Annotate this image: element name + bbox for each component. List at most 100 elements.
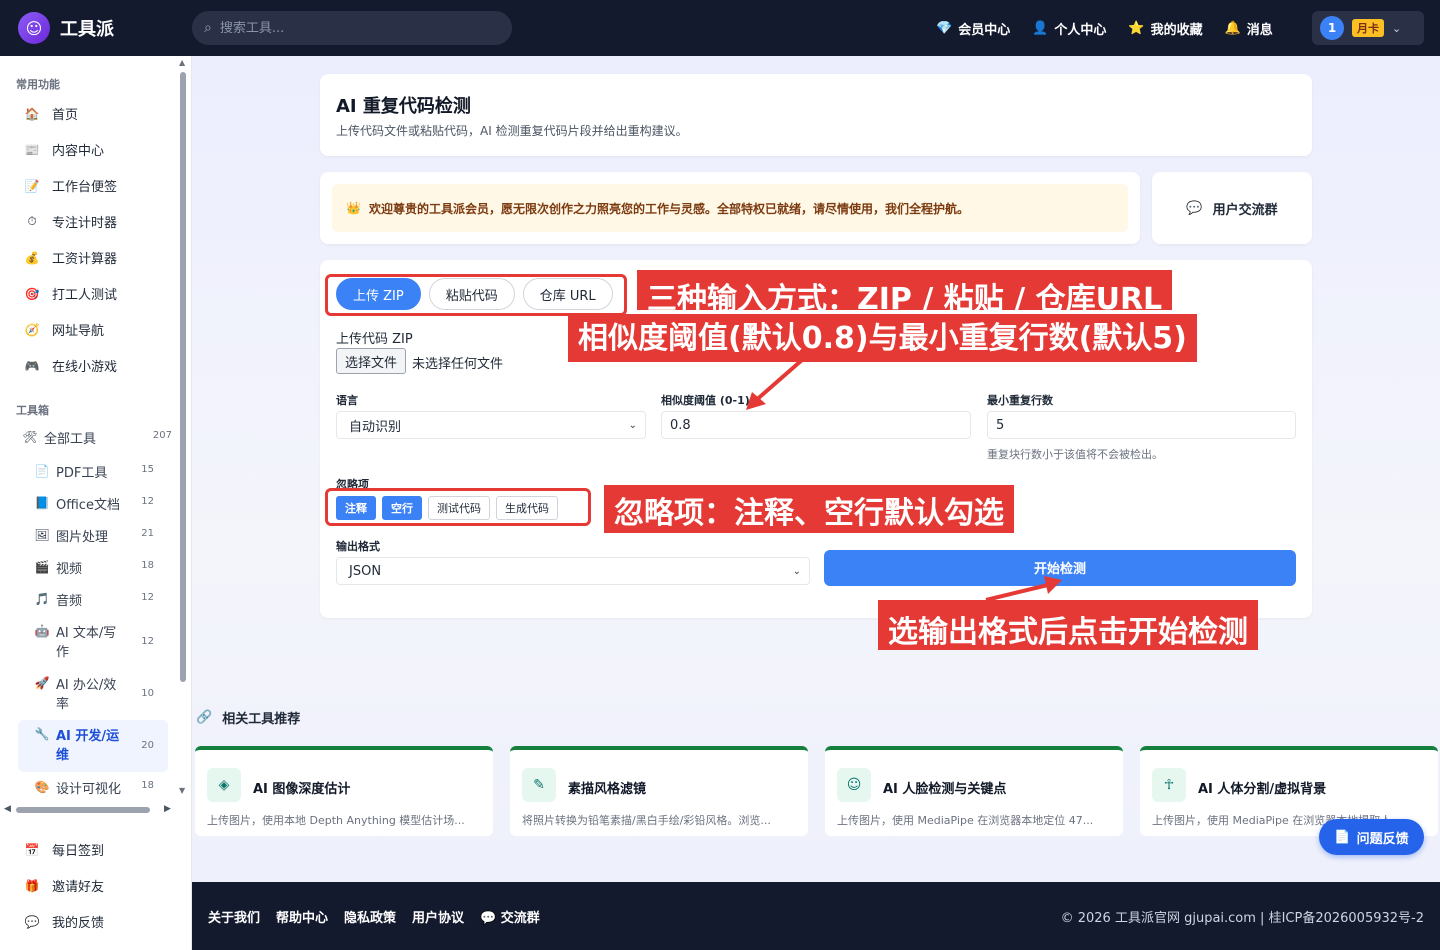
- annotation-box-input-modes: [325, 274, 627, 316]
- sidebar-item-design[interactable]: 🎨 设计可视化 18: [34, 780, 154, 796]
- choose-file-button[interactable]: 选择文件: [336, 348, 407, 374]
- footer-link-terms[interactable]: 用户协议: [412, 907, 464, 926]
- compass-icon: 🧭: [24, 322, 40, 337]
- related-tool-card[interactable]: ✎ 素描风格滤镜 将照片转换为铅笔素描/黑白手绘/彩铅风格。浏览...: [510, 746, 808, 836]
- gift-icon: 🎁: [24, 878, 40, 893]
- sidebar-item-invite[interactable]: 🎁 邀请好友: [24, 876, 105, 896]
- scroll-left-arrow-icon[interactable]: ◀: [4, 804, 11, 814]
- user-group-card[interactable]: 💬 用户交流群: [1152, 172, 1312, 244]
- sidebar-item-ai-writing[interactable]: 🤖 AI 文本/写作 12: [34, 624, 154, 662]
- newspaper-icon: 📰: [24, 142, 40, 157]
- link-icon: 🔗: [196, 710, 213, 725]
- annotation-box-ignore: [325, 488, 591, 526]
- search-icon: ⌕: [204, 20, 212, 36]
- sidebar-item-games[interactable]: 🎮 在线小游戏: [24, 356, 118, 376]
- scrollbar-thumb[interactable]: [180, 72, 186, 682]
- image-icon: 🖼: [34, 528, 50, 542]
- sidebar-item-ai-office[interactable]: 🚀 AI 办公/效率 10: [34, 676, 154, 714]
- user-level-badge: 1: [1320, 16, 1344, 40]
- speech-bubble-icon: 💬: [480, 910, 501, 926]
- related-tool-name: AI 人体分割/虚拟背景: [1198, 782, 1327, 797]
- sidebar-item-salary[interactable]: 💰 工资计算器: [24, 248, 118, 268]
- money-bag-icon: 💰: [24, 250, 40, 265]
- star-icon: ⭐: [1128, 20, 1145, 36]
- output-format-select[interactable]: JSON ⌄: [336, 557, 810, 585]
- nav-favorites[interactable]: ⭐ 我的收藏: [1128, 19, 1202, 38]
- sidebar: 常用功能 🏠 首页 📰 内容中心 📝 工作台便签 ⏱ 专注计时器 💰 工资计算器 🎯 打工人…: [0, 56, 192, 950]
- hammer-icon: 🛠: [22, 430, 38, 444]
- section-title-common: 常用功能: [16, 78, 60, 91]
- nav-member-center[interactable]: 💎 会员中心: [936, 19, 1010, 38]
- user-group-link[interactable]: 💬 用户交流群: [1152, 172, 1312, 244]
- gamepad-icon: 🎮: [24, 358, 40, 373]
- calendar-icon: 📅: [24, 842, 40, 857]
- feedback-button[interactable]: 📄 问题反馈: [1319, 819, 1424, 855]
- sidebar-item-worker-test[interactable]: 🎯 打工人测试: [24, 284, 118, 304]
- gem-icon: 💎: [936, 20, 953, 36]
- scroll-right-arrow-icon[interactable]: ▶: [164, 804, 171, 814]
- min-lines-input[interactable]: 5: [987, 411, 1296, 439]
- related-tool-card[interactable]: ◈ AI 图像深度估计 上传图片，使用本地 Depth Anything 模型估…: [195, 746, 493, 836]
- speech-bubble-icon: 💬: [24, 914, 40, 929]
- annotation-threshold: 相似度阈值(默认0.8)与最小重复行数(默认5): [568, 314, 1197, 362]
- sidebar-scroll-area: 常用功能 🏠 首页 📰 内容中心 📝 工作台便签 ⏱ 专注计时器 💰 工资计算器 🎯 打工人…: [0, 56, 192, 796]
- bell-icon: 🔔: [1224, 20, 1241, 36]
- sketch-icon: ✎: [522, 768, 556, 802]
- footer-link-group[interactable]: 💬 交流群: [480, 907, 540, 926]
- sidebar-item-audio[interactable]: 🎵 音频 12: [34, 592, 154, 611]
- sidebar-vertical-scrollbar[interactable]: ▲ ▼: [178, 58, 188, 796]
- dev-icon: 🔧: [34, 727, 50, 741]
- user-menu[interactable]: 1 月卡 ⌄: [1312, 11, 1424, 45]
- sidebar-item-video[interactable]: 🎬 视频 18: [34, 560, 154, 579]
- person-icon: 👤: [1032, 20, 1049, 36]
- page-subtitle: 上传代码文件或粘贴代码，AI 检测重复代码片段并给出重构建议。: [336, 124, 688, 138]
- footer: 关于我们 帮助中心 隐私政策 用户协议 💬 交流群 © 2026 工具派官网 g…: [192, 882, 1440, 950]
- search-input[interactable]: [219, 20, 480, 36]
- sidebar-item-notes[interactable]: 📝 工作台便签: [24, 176, 118, 196]
- sidebar-item-navigation[interactable]: 🧭 网址导航: [24, 320, 105, 340]
- sidebar-item-ai-dev[interactable]: 🔧 AI 开发/运维 20: [18, 720, 168, 772]
- threshold-input[interactable]: 0.8: [661, 411, 971, 439]
- footer-link-privacy[interactable]: 隐私政策: [344, 907, 396, 926]
- scrollbar-thumb[interactable]: [16, 807, 150, 813]
- page-title: AI 重复代码检测: [336, 96, 471, 117]
- logo-text: 工具派: [60, 19, 114, 40]
- sidebar-item-pdf[interactable]: 📄 PDF工具 15: [34, 464, 154, 483]
- sidebar-item-checkin[interactable]: 📅 每日签到: [24, 840, 105, 860]
- section-title-toolbox: 工具箱: [16, 404, 49, 417]
- sidebar-item-all-tools[interactable]: 🛠 全部工具 207: [22, 430, 172, 449]
- member-notice: 👑 欢迎尊贵的工具派会员，愿无限次创作之力照亮您的工作与灵感。全部特权已就绪，请…: [332, 184, 1128, 232]
- related-tool-desc: 上传图片，使用 MediaPipe 在浏览器本地定位 47...: [837, 814, 1094, 827]
- logo[interactable]: ☺ 工具派: [18, 12, 114, 44]
- top-nav: 💎 会员中心 👤 个人中心 ⭐ 我的收藏 🔔 消息: [936, 0, 1273, 56]
- sidebar-item-feedback[interactable]: 💬 我的反馈: [24, 912, 105, 932]
- scroll-down-arrow-icon[interactable]: ▼: [179, 786, 185, 795]
- search-bar[interactable]: ⌕: [192, 11, 512, 45]
- target-icon: 🎯: [24, 286, 40, 301]
- min-lines-hint: 重复块行数小于该值将不会被检出。: [987, 448, 1163, 461]
- output-format-label: 输出格式: [336, 540, 380, 553]
- document-icon: 📄: [1334, 829, 1351, 845]
- ai-write-icon: 🤖: [34, 624, 50, 638]
- annotation-arrow-icon: [746, 358, 804, 410]
- language-select[interactable]: 自动识别 ⌄: [336, 411, 646, 439]
- scroll-up-arrow-icon[interactable]: ▲: [179, 58, 185, 67]
- rocket-icon: 🚀: [34, 676, 50, 690]
- footer-link-help[interactable]: 帮助中心: [276, 907, 328, 926]
- related-tool-card[interactable]: ☺ AI 人脸检测与关键点 上传图片，使用 MediaPipe 在浏览器本地定位…: [825, 746, 1123, 836]
- sidebar-horizontal-scrollbar[interactable]: ◀ ▶: [4, 804, 176, 816]
- annotation-ignore: 忽略项：注释、空行默认勾选: [604, 485, 1014, 533]
- sidebar-item-home[interactable]: 🏠 首页: [24, 104, 79, 124]
- sidebar-item-timer[interactable]: ⏱ 专注计时器: [24, 212, 117, 231]
- nav-profile[interactable]: 👤 个人中心: [1032, 19, 1106, 38]
- sidebar-item-image[interactable]: 🖼 图片处理 21: [34, 528, 154, 547]
- body-icon: ☥: [1152, 768, 1186, 802]
- nav-messages[interactable]: 🔔 消息: [1225, 19, 1273, 38]
- footer-link-about[interactable]: 关于我们: [208, 907, 260, 926]
- language-label: 语言: [336, 394, 358, 407]
- memo-icon: 📝: [24, 178, 40, 193]
- sidebar-item-office[interactable]: 📘 Office文档 12: [34, 496, 154, 515]
- chevron-down-icon: ⌄: [792, 565, 801, 577]
- sidebar-item-content[interactable]: 📰 内容中心: [24, 140, 105, 160]
- layers-icon: ◈: [207, 768, 241, 802]
